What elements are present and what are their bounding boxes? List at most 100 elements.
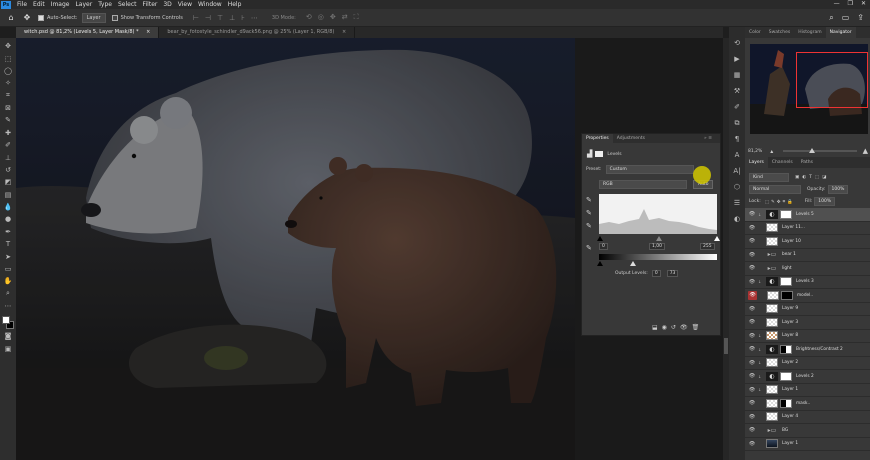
layer-mask-thumbnail[interactable] (780, 371, 792, 381)
paragraph-icon[interactable]: ¶ (732, 134, 742, 144)
visibility-eye-icon[interactable]: 👁 (748, 265, 756, 271)
adjustment-layer-icon[interactable]: ◐ (766, 209, 778, 219)
output-black-field[interactable]: 0 (651, 270, 661, 277)
menu-type[interactable]: Type (95, 1, 115, 8)
adjustment-layer-icon[interactable]: ◐ (766, 344, 778, 354)
brush-settings-icon[interactable]: ✐ (732, 102, 742, 112)
zoom-value[interactable]: 81,2% (748, 149, 762, 154)
tab-close-icon[interactable]: × (146, 29, 150, 35)
layer-mask-thumbnail[interactable] (780, 277, 792, 287)
adjustments-icon[interactable]: ◐ (732, 214, 742, 224)
more-tools-icon[interactable]: ⋯ (3, 301, 13, 311)
visibility-eye-icon[interactable]: 👁 (748, 319, 756, 325)
visibility-eye-icon[interactable]: 👁 (748, 373, 756, 379)
actions-icon[interactable]: ▶ (732, 54, 742, 64)
filter-icons[interactable]: ▣◐T⬚◪ (795, 175, 829, 180)
tab-channels[interactable]: Channels (768, 160, 797, 165)
visibility-eye-icon[interactable]: 👁 (748, 225, 756, 231)
lasso-tool-icon[interactable]: ◯ (3, 66, 13, 76)
tab-color[interactable]: Color (745, 30, 765, 35)
layer-thumbnail[interactable] (766, 236, 778, 246)
glyphs-icon[interactable]: A (732, 150, 742, 160)
layer-row[interactable]: 👁 ▸▭ BG (745, 424, 870, 438)
adjustment-layer-icon[interactable]: ◐ (766, 277, 778, 287)
visibility-eye-icon[interactable]: 👁 (748, 414, 756, 420)
path-selection-icon[interactable]: ➤ (3, 252, 13, 262)
layer-row[interactable]: 👁 ↓ ◐ Levels 5 (745, 208, 870, 222)
toggle-visibility-icon[interactable]: 👁 (680, 324, 688, 331)
tab-layers[interactable]: Layers (745, 157, 768, 168)
search-icon[interactable]: ⌕ (829, 13, 833, 23)
tab-properties[interactable]: Properties (582, 134, 613, 143)
navigator-view-box[interactable] (796, 52, 868, 108)
layer-thumbnail[interactable] (766, 439, 778, 449)
menu-edit[interactable]: Edit (30, 1, 48, 8)
input-gamma-field[interactable]: 1,00 (649, 243, 666, 250)
layer-row[interactable]: 👁 Layer 3 (745, 316, 870, 330)
layer-row[interactable]: 👁 ↓ Layer 8 (745, 330, 870, 343)
output-black-handle[interactable] (597, 261, 603, 266)
input-white-field[interactable]: 255 (700, 243, 715, 250)
distribute-icon[interactable]: ⋯ (251, 14, 258, 22)
output-white-handle[interactable] (630, 261, 636, 266)
frame-tool-icon[interactable]: ⊠ (3, 103, 13, 113)
folder-icon[interactable]: ▸▭ (766, 426, 778, 435)
layer-mask-icon[interactable] (595, 151, 604, 157)
layer-mask-thumbnail[interactable] (780, 344, 792, 354)
tab-histogram[interactable]: Histogram (794, 30, 825, 35)
opacity-field[interactable]: 100% (827, 185, 849, 194)
3d-rotate-icon[interactable]: ⟲ (306, 13, 312, 22)
move-tool-icon[interactable]: ✥ (3, 41, 13, 51)
adjustment-layer-icon[interactable]: ◐ (766, 371, 778, 381)
view-previous-icon[interactable]: ◉ (662, 324, 667, 331)
color-swatches[interactable] (2, 316, 14, 330)
show-transform-checkbox[interactable] (111, 14, 118, 21)
type-tool-icon[interactable]: T (3, 239, 13, 249)
panel-menu-icon[interactable]: » ≡ (700, 136, 716, 141)
3d-icon[interactable]: ⬡ (732, 182, 742, 192)
blend-mode-dropdown[interactable]: Normal (749, 185, 801, 194)
black-point-eyedropper-icon[interactable]: ✎ (586, 196, 592, 204)
layer-name[interactable]: Layer 8 (782, 333, 798, 338)
lock-icons[interactable]: ⬚✎✥⌗🔒 (765, 199, 795, 205)
visibility-eye-icon[interactable]: 👁 (748, 306, 756, 312)
layer-row[interactable]: 👁 ↓ Layer 1 (745, 384, 870, 397)
channel-dropdown[interactable]: RGB (599, 180, 687, 189)
layer-thumbnail[interactable] (766, 385, 778, 395)
layer-name[interactable]: Brightness/Contrast 2 (796, 347, 843, 352)
layer-row[interactable]: 👁 ↓ ◐ Brightness/Contrast 2 (745, 343, 870, 357)
visibility-eye-icon[interactable]: 👁 (748, 360, 756, 366)
input-white-handle[interactable] (714, 236, 720, 241)
properties-icon[interactable]: ☰ (732, 198, 742, 208)
layer-name[interactable]: bear 1 (782, 252, 796, 257)
layer-row[interactable]: 👁 Layer 10 (745, 235, 870, 249)
align-center-icon[interactable]: ⊣ (205, 14, 211, 22)
screen-mode-icon[interactable]: ▣ (3, 344, 13, 354)
layer-name[interactable]: Layer 9 (782, 306, 798, 311)
scroll-thumb[interactable] (724, 338, 728, 354)
layer-row[interactable]: 👁 ↓ Layer 2 (745, 357, 870, 370)
layer-thumbnail[interactable] (766, 317, 778, 327)
3d-scale-icon[interactable]: ⛶ (354, 13, 359, 22)
tab-witch-psd[interactable]: witch.psd @ 81,2% (Levels 5, Layer Mask/… (16, 27, 160, 38)
visibility-eye-icon[interactable]: 👁 (748, 238, 756, 244)
output-slider[interactable] (597, 261, 717, 266)
3d-pan-icon[interactable]: ✥ (330, 13, 336, 22)
align-top-icon[interactable]: ⊥ (229, 14, 235, 22)
input-gamma-handle[interactable] (656, 236, 662, 241)
visibility-eye-icon[interactable]: 👁 (748, 252, 756, 258)
delete-icon[interactable]: 🗑 (692, 324, 700, 331)
tool-presets-icon[interactable]: ⚒ (732, 86, 742, 96)
menu-view[interactable]: View (175, 1, 195, 8)
folder-icon[interactable]: ▸▭ (766, 264, 778, 273)
layer-name[interactable]: Levels 5 (796, 212, 814, 217)
layer-name[interactable]: Layer 2 (782, 360, 798, 365)
layer-row[interactable]: 👁 Layer 4 (745, 411, 870, 424)
menu-help[interactable]: Help (225, 1, 245, 8)
eyedropper-tool-icon[interactable]: ✎ (3, 115, 13, 125)
document-canvas[interactable] (16, 38, 575, 460)
menu-select[interactable]: Select (115, 1, 140, 8)
layer-thumbnail[interactable] (766, 412, 778, 422)
auto-select-checkbox[interactable] (38, 14, 44, 21)
tab-swatches[interactable]: Swatches (765, 30, 795, 35)
